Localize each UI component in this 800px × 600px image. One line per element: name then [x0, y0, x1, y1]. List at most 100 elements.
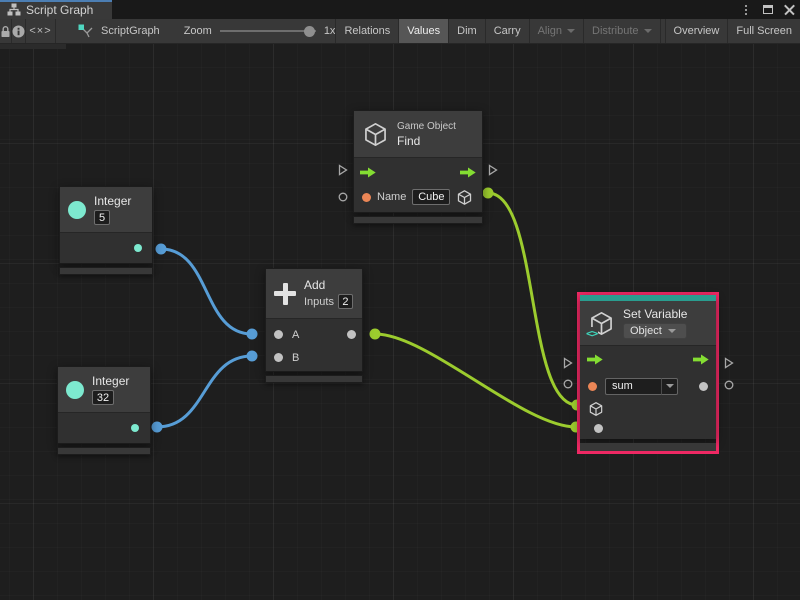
inputs-label: Inputs: [304, 296, 334, 308]
input-port-b[interactable]: [274, 353, 283, 362]
lock-button[interactable]: [0, 19, 12, 43]
align-dropdown-button[interactable]: Align: [529, 19, 583, 43]
maximize-icon: [763, 5, 773, 14]
output-port[interactable]: [134, 244, 142, 252]
integer-icon: [66, 381, 84, 399]
code-view-toggle[interactable]: <×>: [26, 19, 56, 43]
tab-title: Script Graph: [26, 2, 93, 17]
info-button[interactable]: [12, 19, 26, 43]
lock-icon: [0, 25, 11, 38]
node-set-variable[interactable]: <> Set Variable Object: [580, 295, 716, 451]
name-label: Name: [377, 191, 406, 203]
integer-value-field[interactable]: 5: [94, 210, 110, 225]
chevron-down-icon: [644, 29, 652, 33]
flow-in-external-port[interactable]: [338, 164, 348, 176]
fullscreen-button[interactable]: Full Screen: [727, 19, 800, 43]
value-output-external-port[interactable]: [724, 380, 734, 390]
flow-in-external-port[interactable]: [563, 357, 573, 369]
node-title: Integer: [94, 194, 131, 208]
value-input-port[interactable]: [594, 424, 603, 433]
variable-name-port[interactable]: [588, 382, 597, 391]
script-graph-icon: [78, 24, 94, 38]
inputs-count-field[interactable]: 2: [338, 294, 353, 309]
tab-bar: Script Graph: [0, 0, 800, 19]
port-a-label: A: [292, 329, 299, 341]
code-view-label: <×>: [29, 25, 51, 37]
zoom-slider-handle[interactable]: [304, 26, 315, 37]
zoom-slider-track[interactable]: [220, 30, 316, 32]
variable-name-dropdown[interactable]: sum: [605, 378, 678, 395]
dim-button[interactable]: Dim: [448, 19, 485, 43]
node-gameobject-find[interactable]: Game Object Find Na: [353, 110, 483, 224]
kebab-menu-icon: [745, 5, 747, 15]
info-icon: [12, 25, 25, 38]
node-footer: [353, 216, 483, 224]
tab-script-graph[interactable]: Script Graph: [0, 0, 112, 19]
flow-out-external-port[interactable]: [724, 357, 734, 369]
zoom-control: Zoom 1x: [184, 19, 336, 43]
graph-name-label: ScriptGraph: [101, 25, 160, 37]
chevron-down-icon: [666, 384, 674, 388]
flow-out-external-port[interactable]: [488, 164, 498, 176]
wire-integer5-to-add-a[interactable]: [161, 249, 252, 334]
overview-button[interactable]: Overview: [665, 19, 728, 43]
node-title: Set Variable: [623, 307, 687, 321]
name-value-field[interactable]: Cube: [412, 189, 450, 205]
chevron-down-icon: [668, 329, 676, 333]
flow-out-arrow-icon[interactable]: [693, 354, 709, 365]
distribute-dropdown-button[interactable]: Distribute: [583, 19, 659, 43]
zoom-label: Zoom: [184, 25, 212, 37]
name-external-port[interactable]: [338, 192, 348, 202]
sum-output-port[interactable]: [347, 330, 356, 339]
node-title: Add: [304, 278, 353, 292]
active-tab-accent: [0, 0, 112, 2]
node-category: Game Object: [397, 121, 456, 132]
add-icon: [274, 283, 296, 305]
zoom-slider[interactable]: [220, 25, 316, 37]
node-footer: [580, 443, 716, 451]
gameobject-result-icon: [456, 189, 473, 206]
graph-breadcrumb[interactable]: ScriptGraph: [56, 19, 160, 43]
flow-in-arrow-icon[interactable]: [360, 167, 376, 178]
node-integer-a[interactable]: Integer 5: [59, 186, 153, 275]
panel-edge-strip: [0, 44, 66, 49]
name-input-port[interactable]: [362, 193, 371, 202]
toolbar-buttons: Relations Values Dim Carry Align Distrib…: [335, 19, 800, 43]
integer-value-field[interactable]: 32: [92, 390, 114, 405]
variable-kind-dropdown[interactable]: Object: [623, 323, 687, 339]
close-icon: [784, 4, 795, 15]
wire-find-to-setvariable-object[interactable]: [488, 193, 577, 405]
variable-name-external-port[interactable]: [563, 379, 573, 389]
node-integer-b[interactable]: Integer 32: [57, 366, 151, 455]
wire-integer32-to-add-b[interactable]: [157, 356, 252, 427]
input-port-a[interactable]: [274, 330, 283, 339]
gameobject-cube-icon: [362, 121, 389, 148]
hierarchy-icon: [7, 3, 21, 16]
window-controls: [739, 0, 796, 19]
output-port[interactable]: [131, 424, 139, 432]
node-title: Find: [397, 134, 456, 148]
node-footer: [59, 267, 153, 275]
node-title: Integer: [92, 374, 129, 388]
port-b-label: B: [292, 352, 299, 364]
variable-icon: <>: [588, 310, 615, 337]
zoom-value: 1x: [324, 25, 336, 37]
window-menu-button[interactable]: [739, 3, 752, 16]
maximize-button[interactable]: [761, 3, 774, 16]
integer-icon: [68, 201, 86, 219]
carry-button[interactable]: Carry: [485, 19, 529, 43]
graph-toolbar: <×> ScriptGraph Zoom 1x Relations Values: [0, 19, 800, 44]
values-button[interactable]: Values: [398, 19, 448, 43]
flow-in-arrow-icon[interactable]: [587, 354, 603, 365]
node-add[interactable]: Add Inputs 2 A B: [265, 268, 363, 383]
close-button[interactable]: [783, 3, 796, 16]
node-footer: [265, 375, 363, 383]
value-output-port[interactable]: [699, 382, 708, 391]
flow-out-arrow-icon[interactable]: [460, 167, 476, 178]
graph-canvas[interactable]: Integer 5 Integer 32: [0, 44, 800, 600]
node-footer: [57, 447, 151, 455]
script-graph-window: Script Graph: [0, 0, 800, 600]
object-target-port-icon[interactable]: [588, 401, 604, 417]
relations-button[interactable]: Relations: [335, 19, 398, 43]
wire-add-to-setvariable-value[interactable]: [375, 334, 576, 427]
